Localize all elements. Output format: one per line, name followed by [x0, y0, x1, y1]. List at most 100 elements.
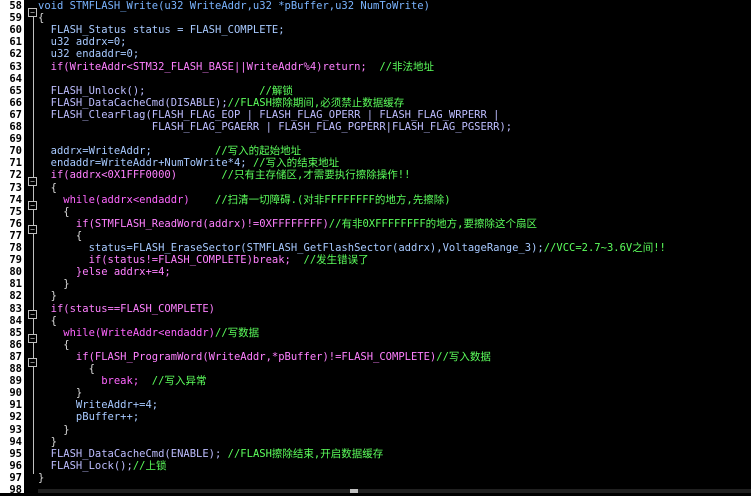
code-line[interactable]: if(status==FLASH_COMPLETE)	[38, 303, 215, 315]
code-text: status=FLASH_EraseSector(STMFLASH_GetFla…	[38, 242, 544, 254]
code-comment: //VCC=2.7~3.6V之间!!	[543, 242, 666, 254]
line-number: 69	[9, 133, 22, 146]
code-line[interactable]: u32 endaddr=0;	[38, 48, 140, 60]
code-line[interactable]: addrx=WriteAddr; //写入的起始地址	[38, 145, 302, 158]
code-line[interactable]: }	[38, 424, 69, 436]
line-number: 94	[9, 435, 22, 448]
fold-margin: − − − − − − −	[27, 0, 37, 493]
code-line[interactable]: if(STMFLASH_ReadWord(addrx)!=0XFFFFFFFF)…	[38, 218, 537, 230]
code-line[interactable]: u32 addrx=0;	[38, 36, 127, 48]
line-number-gutter: 58 59 60 61 62 63 64 65 66 67 68 69 70 71 72 73 74 75 76 77…	[0, 0, 24, 496]
code-line[interactable]: FLASH_Unlock(); //解锁	[38, 85, 293, 97]
code-line[interactable]: {	[38, 363, 95, 375]
code-line[interactable]: break; //写入异常	[38, 375, 206, 387]
line-number: 72	[9, 169, 22, 182]
line-number: 87	[9, 350, 22, 363]
code-comment: //写入异常	[151, 375, 207, 388]
line-number: 88	[9, 363, 22, 375]
code-line[interactable]: }	[38, 436, 57, 448]
code-line[interactable]: {	[38, 339, 69, 351]
code-line[interactable]: {	[38, 182, 57, 194]
code-comment: //只有主存储区,才需要执行擦除操作!!	[221, 169, 411, 182]
line-number: 83	[9, 302, 22, 315]
code-line[interactable]: FLASH_FLAG_PGAERR | FLASH_FLAG_PGPERR|FL…	[38, 121, 512, 133]
code-comment: //发生错误了	[303, 254, 369, 267]
code-line[interactable]: {	[38, 230, 82, 242]
line-number: 96	[9, 459, 22, 472]
code-editor[interactable]: 58 59 60 61 62 63 64 65 66 67 68 69 70 71 72 73 74 75 76 77…	[0, 0, 751, 496]
code-line[interactable]: FLASH_Lock();//上锁	[38, 459, 167, 472]
code-line[interactable]: pBuffer++;	[38, 411, 139, 423]
code-comment: //写入数据	[436, 350, 491, 363]
fold-toggle-icon[interactable]: −	[28, 358, 37, 367]
code-line[interactable]: while(addrx<endaddr) //扫清一切障碍.(对非FFFFFFF…	[38, 194, 450, 206]
line-number: 58	[9, 0, 22, 12]
code-line[interactable]: FLASH_DataCacheCmd(ENABLE); //FLASH擦除结束,…	[38, 447, 384, 460]
line-number: 78	[9, 242, 22, 254]
code-text: if(status!=FLASH_COMPLETE)break;	[38, 254, 304, 267]
code-line[interactable]: FLASH_DataCacheCmd(DISABLE);//FLASH擦除期间,…	[38, 96, 405, 109]
code-line[interactable]: if(WriteAddr<STM32_FLASH_BASE||WriteAddr…	[38, 61, 434, 73]
code-line[interactable]: if(FLASH_ProgramWord(WriteAddr,*pBuffer)…	[38, 351, 491, 363]
line-number: 71	[9, 157, 22, 170]
code-line[interactable]: {	[38, 206, 69, 218]
code-line[interactable]: void STMFLASH_Write(u32 WriteAddr,u32 *p…	[38, 0, 430, 12]
code-area[interactable]: void STMFLASH_Write(u32 WriteAddr,u32 *p…	[38, 0, 751, 493]
line-number: 89	[9, 375, 22, 388]
code-line[interactable]: while(WriteAddr<endaddr)//写数据	[38, 327, 259, 339]
code-line[interactable]: {	[38, 12, 44, 24]
code-line[interactable]: FLASH_ClearFlag(FLASH_FLAG_EOP | FLASH_F…	[38, 109, 500, 121]
fold-toggle-icon[interactable]: −	[28, 8, 37, 17]
code-text: if(WriteAddr<STM32_FLASH_BASE||WriteAddr…	[38, 60, 380, 73]
code-line[interactable]: }else addrx+=4;	[38, 266, 171, 278]
code-comment: //写数据	[215, 326, 260, 339]
code-text: if(STMFLASH_ReadWord(addrx)!=0XFFFFFFFF)	[38, 217, 329, 230]
code-line[interactable]: FLASH_Status status = FLASH_COMPLETE;	[38, 24, 285, 36]
line-number: 98	[9, 484, 22, 496]
line-number: 60	[9, 24, 22, 37]
line-number: 91	[9, 399, 22, 412]
code-line[interactable]: WriteAddr+=4;	[38, 399, 158, 411]
line-number: 73	[9, 181, 22, 194]
code-line[interactable]: }	[38, 278, 69, 290]
code-text: if(addrx<0X1FFF0000)	[38, 169, 222, 182]
code-line[interactable]: {	[38, 315, 57, 327]
line-number: 92	[9, 411, 22, 424]
code-comment: //FLASH擦除期间,必须禁止数据缓存	[227, 96, 405, 109]
fold-toggle-icon[interactable]: −	[28, 225, 37, 234]
code-comment: //FLASH擦除结束,开启数据缓存	[227, 447, 384, 460]
line-number: 86	[9, 338, 22, 351]
line-number: 74	[9, 193, 22, 206]
code-line[interactable]: }	[38, 290, 57, 302]
code-line[interactable]: if(addrx<0X1FFF0000) //只有主存储区,才需要执行擦除操作!…	[38, 169, 411, 182]
code-line[interactable]: status=FLASH_EraseSector(STMFLASH_GetFla…	[38, 242, 666, 254]
code-comment: //上锁	[132, 459, 167, 472]
line-number: 65	[9, 84, 22, 97]
code-line[interactable]: }	[38, 472, 44, 484]
code-comment: //写入的结束地址	[252, 157, 340, 170]
line-number: 80	[9, 266, 22, 279]
code-line[interactable]: if(status!=FLASH_COMPLETE)break; //发生错误了	[38, 254, 369, 266]
fold-toggle-icon[interactable]: −	[28, 201, 37, 210]
code-line[interactable]: }	[38, 387, 82, 399]
fold-toggle-icon[interactable]: −	[28, 177, 37, 186]
line-number: 90	[9, 387, 22, 400]
line-number: 70	[9, 145, 22, 158]
line-number: 63	[9, 60, 22, 73]
fold-toggle-icon[interactable]: −	[28, 310, 37, 319]
line-number: 95	[9, 447, 22, 460]
line-number: 85	[9, 326, 22, 339]
line-number: 68	[9, 121, 22, 133]
line-number: 81	[9, 278, 22, 291]
line-number: 93	[9, 423, 22, 436]
line-number: 61	[9, 36, 22, 49]
code-comment: //有非0XFFFFFFFF的地方,要擦除这个扇区	[328, 217, 537, 230]
line-number: 64	[9, 72, 22, 85]
horizontal-scrollbar[interactable]	[38, 489, 751, 493]
code-text: endaddr=WriteAddr+NumToWrite*4;	[38, 157, 253, 170]
line-number: 97	[9, 471, 22, 484]
scrollbar-thumb[interactable]	[350, 489, 358, 493]
code-comment: //写入的起始地址	[215, 145, 302, 158]
fold-toggle-icon[interactable]: −	[28, 334, 37, 343]
code-line[interactable]: endaddr=WriteAddr+NumToWrite*4; //写入的结束地…	[38, 157, 339, 169]
